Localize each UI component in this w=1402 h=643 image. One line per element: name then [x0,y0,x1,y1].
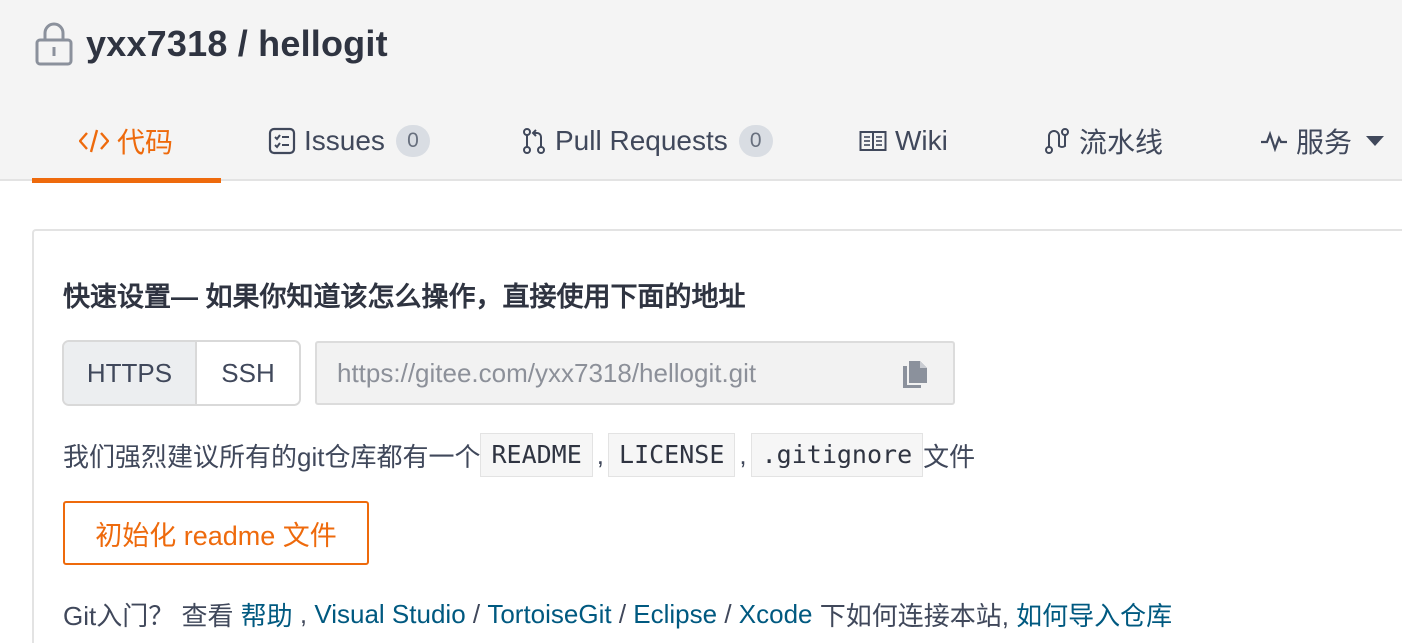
repo-separator: / [227,23,259,64]
quick-setup-panel: 快速设置— 如果你知道该怎么操作，直接使用下面的地址 HTTPS SSH htt… [32,229,1402,643]
repo-header: yxx7318 / hellogit 代码 Issues 0 Pull Requ… [0,0,1402,183]
tab-issues-label: Issues [304,124,385,156]
tab-wiki-label: Wiki [895,124,948,156]
repo-full-name[interactable]: yxx7318 / hellogit [86,23,388,65]
quick-setup-title: 快速设置— 如果你知道该怎么操作，直接使用下面的地址 [63,282,746,312]
tab-issues[interactable]: Issues 0 [268,100,430,181]
tool-separator: / [465,598,488,629]
file-separator: , [596,439,605,470]
https-button[interactable]: HTTPS [64,342,197,404]
init-readme-button[interactable]: 初始化 readme 文件 [63,501,369,565]
pull-requests-count-badge: 0 [738,124,773,157]
readme-code: README [480,433,593,477]
tab-code-label: 代码 [117,126,174,158]
tab-pipeline-label: 流水线 [1079,126,1164,158]
pipeline-icon [1045,127,1069,154]
lock-icon [34,20,74,68]
copy-icon[interactable] [901,357,929,389]
clone-url-text[interactable]: https://gitee.com/yxx7318/hellogit.git [337,358,901,389]
tab-pipeline[interactable]: 流水线 [1043,100,1163,181]
tool-separator: / [717,598,739,629]
tab-services[interactable]: 服务 [1260,100,1385,181]
help-line: Git入门？ 查看 帮助 , Visual Studio / TortoiseG… [63,593,1172,635]
eclipse-link[interactable]: Eclipse [633,599,717,630]
xcode-link[interactable]: Xcode [739,599,813,630]
tab-services-label: 服务 [1296,126,1353,158]
help-middle-text: 下如何连接本站, [812,600,1017,631]
tool-separator: / [611,598,634,629]
gitignore-code: .gitignore [750,433,924,477]
chevron-down-icon [1366,135,1385,146]
pull-request-icon [523,127,545,154]
help-link[interactable]: 帮助 [241,596,293,633]
ssh-button[interactable]: SSH [197,342,299,404]
clone-url-field[interactable]: https://gitee.com/yxx7318/hellogit.git [315,341,955,405]
license-code: LICENSE [608,433,736,477]
tab-pull-requests-label: Pull Requests [555,124,728,156]
file-separator: , [739,439,747,470]
book-icon [859,130,887,151]
pulse-icon [1261,130,1287,152]
help-prefix: Git入门？ 查看 [63,600,241,631]
help-comma: , [292,598,315,629]
recommend-suffix: 文件 [923,441,976,472]
protocol-switch: HTTPS SSH [62,340,301,406]
tab-pull-requests[interactable]: Pull Requests 0 [521,100,773,181]
repo-title: yxx7318 / hellogit [34,20,388,68]
active-tab-indicator [32,178,221,183]
visual-studio-link[interactable]: Visual Studio [314,599,465,630]
code-icon [79,129,109,152]
repo-name[interactable]: hellogit [258,23,388,64]
issues-count-badge: 0 [395,124,430,157]
recommend-prefix: 我们强烈建议所有的git仓库都有一个 [63,441,481,472]
tortoisegit-link[interactable]: TortoiseGit [487,599,611,630]
tab-wiki[interactable]: Wiki [859,100,948,181]
tab-code[interactable]: 代码 [79,100,173,181]
issues-icon [268,127,296,154]
repo-owner[interactable]: yxx7318 [86,23,228,64]
import-repo-link[interactable]: 如何导入仓库 [1016,596,1172,633]
file-recommendation: 我们强烈建议所有的git仓库都有一个 README , LICENSE , .g… [63,432,975,478]
